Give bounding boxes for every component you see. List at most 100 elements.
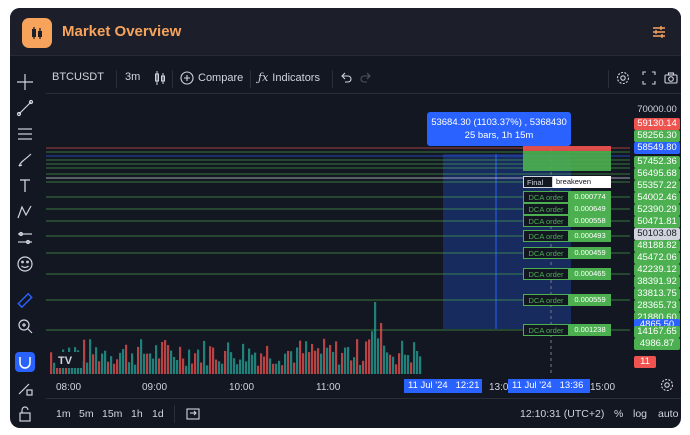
divider	[332, 70, 333, 88]
volume-bar	[95, 347, 98, 374]
volume-bar	[269, 358, 272, 374]
magnet-icon[interactable]	[15, 352, 35, 372]
volume-bar	[320, 353, 323, 374]
volume-bar	[281, 365, 284, 374]
volume-bar	[386, 352, 389, 374]
measure-tooltip: 53684.30 (1103.37%) , 5368430 25 bars, 1…	[427, 112, 571, 146]
divider	[608, 70, 609, 88]
volume-bar	[164, 340, 167, 374]
interval-button[interactable]: 3m	[125, 71, 140, 83]
price-label: 45472.06	[634, 252, 680, 264]
redo-icon[interactable]	[360, 71, 372, 83]
measure-lines-icon[interactable]	[15, 228, 35, 248]
dca-order-value: 0.000774	[569, 191, 611, 203]
volume-bar	[374, 302, 377, 374]
log-toggle[interactable]: log	[633, 408, 647, 420]
zoom-icon[interactable]	[15, 316, 35, 336]
volume-bar	[161, 341, 164, 374]
gear-icon[interactable]	[616, 71, 630, 85]
time-tick: 09:00	[142, 382, 168, 393]
volume-bar	[413, 342, 416, 374]
price-label: 52390.29	[634, 204, 680, 216]
volume-bar	[50, 352, 53, 374]
auto-toggle[interactable]: auto	[658, 408, 678, 420]
range-5m[interactable]: 5m	[79, 408, 94, 420]
price-label: 55357.22	[634, 180, 680, 192]
candles-icon[interactable]	[154, 71, 166, 85]
volume-bar	[326, 347, 329, 374]
price-label: 54002.46	[634, 192, 680, 204]
time-axis[interactable]: 08:00 09:00 10:00 11:00 13:00 15:00 11 J…	[46, 374, 674, 398]
volume-bar	[173, 356, 176, 374]
volume-bar	[251, 354, 254, 374]
divider	[250, 70, 251, 88]
price-label: 50471.81	[634, 216, 680, 228]
trend-line-icon[interactable]	[15, 98, 35, 118]
emoji-icon[interactable]	[15, 254, 35, 274]
app-window: Market Overview BTCUSDT 3m Compare ƒx In…	[10, 8, 681, 428]
bottom-toolbar: 1m 5m 15m 1h 1d 12:10:31 (UTC+2) % log a…	[46, 398, 681, 428]
volume-bar	[311, 343, 314, 374]
volume-bar	[356, 339, 359, 374]
volume-bar	[416, 350, 419, 374]
range-15m[interactable]: 15m	[102, 408, 122, 420]
crosshair-icon[interactable]	[15, 72, 35, 92]
dca-order-tag: DCA order 0.000558	[523, 215, 611, 227]
text-tool-icon[interactable]	[15, 176, 35, 196]
compare-button[interactable]: Compare	[180, 71, 243, 85]
dca-order-value: 0.000558	[569, 215, 611, 227]
price-label: 14167.65	[634, 326, 680, 338]
fib-lines-icon[interactable]	[15, 124, 35, 144]
dca-order-label: DCA order	[523, 324, 569, 336]
fullscreen-icon[interactable]	[642, 71, 656, 85]
volume-bar	[359, 365, 362, 374]
final-label: Final	[523, 176, 553, 188]
range-1d[interactable]: 1d	[152, 408, 164, 420]
volume-bar	[209, 346, 212, 374]
brush-icon[interactable]	[15, 150, 35, 170]
undo-icon[interactable]	[340, 71, 352, 83]
volume-bar	[344, 347, 347, 374]
dca-order-value: 0.000459	[569, 247, 611, 259]
range-1m[interactable]: 1m	[56, 408, 71, 420]
date-range-icon[interactable]	[186, 407, 200, 424]
volume-bar	[305, 341, 308, 374]
volume-bar	[353, 357, 356, 374]
lock-pencil-icon[interactable]	[15, 378, 35, 398]
volume-bar	[188, 349, 191, 374]
volume-bar	[284, 353, 287, 374]
volume-bar	[155, 345, 158, 374]
volume-bar	[398, 353, 401, 374]
window-title: Market Overview	[62, 23, 182, 40]
volume-bar	[122, 349, 125, 374]
volume-bar	[158, 358, 161, 374]
volume-bar	[86, 362, 89, 374]
volume-bar	[392, 356, 395, 374]
indicators-button[interactable]: ƒx Indicators	[258, 71, 320, 84]
camera-icon[interactable]	[664, 71, 678, 85]
volume-bar	[182, 358, 185, 374]
stacked-order-tags	[523, 146, 611, 174]
ruler-icon[interactable]	[15, 290, 35, 310]
volume-bar	[221, 363, 224, 374]
volume-bar	[170, 350, 173, 374]
range-1h[interactable]: 1h	[131, 408, 143, 420]
volume-bar	[113, 363, 116, 374]
dca-order-value: 0.000559	[569, 294, 611, 306]
sliders-settings-icon[interactable]	[651, 24, 667, 40]
price-label: 33813.75	[634, 288, 680, 300]
pattern-icon[interactable]	[15, 202, 35, 222]
symbol-button[interactable]: BTCUSDT	[52, 71, 104, 83]
volume-bar	[302, 353, 305, 374]
breakeven-label: breakeven	[553, 176, 611, 188]
volume-bar	[224, 350, 227, 374]
volume-bar	[323, 338, 326, 374]
lock-icon[interactable]	[15, 404, 35, 424]
volume-bar	[140, 339, 143, 374]
volume-bar	[110, 356, 113, 374]
volume-bar	[128, 362, 131, 374]
axis-settings-icon[interactable]	[660, 378, 674, 397]
price-axis[interactable]: 70000.00 59130.14 58256.30 58549.80 57452.36…	[630, 96, 681, 374]
chart-canvas[interactable]: TV 53684.30 (1103.37%) , 5368430 25 bars…	[46, 96, 630, 374]
percent-toggle[interactable]: %	[614, 408, 623, 420]
